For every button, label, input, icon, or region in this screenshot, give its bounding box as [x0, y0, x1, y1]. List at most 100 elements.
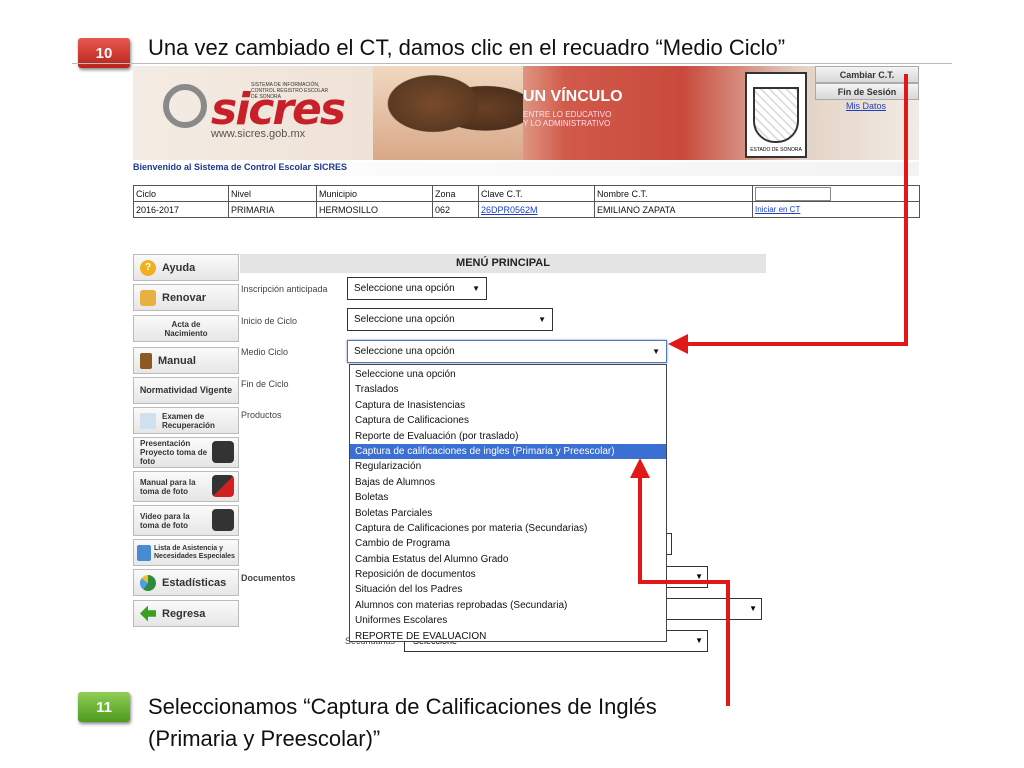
menu-principal-header: MENÚ PRINCIPAL	[240, 254, 766, 273]
sidebar-lista[interactable]: Lista de Asistencia y Necesidades Especi…	[133, 539, 239, 566]
header-municipio: Municipio	[316, 185, 433, 202]
iniciar-ct-link[interactable]: Iniciar en CT	[752, 201, 920, 218]
annotation-arrow-2-up	[638, 474, 642, 584]
sidebar-presentacion[interactable]: Presentación Proyecto toma de foto	[133, 437, 239, 468]
header-nivel: Nivel	[228, 185, 317, 202]
banner-subtitle: ENTRE LO EDUCATIVO Y LO ADMINISTRATIVO	[523, 110, 611, 128]
ct-info-table: Ciclo Nivel Municipio Zona Clave C.T. No…	[133, 185, 920, 218]
header-ciclo: Ciclo	[133, 185, 229, 202]
mis-datos-link[interactable]: Mis Datos	[846, 101, 886, 111]
label-fin-ciclo: Fin de Ciclo	[241, 379, 289, 389]
sidebar-manual[interactable]: Manual	[133, 347, 239, 374]
sidebar-label: Manual para la toma de foto	[140, 477, 196, 496]
sidebar-normatividad[interactable]: Normatividad Vigente	[133, 377, 239, 404]
dropdown-option[interactable]: Boletas	[350, 490, 666, 505]
pie-chart-icon	[140, 574, 156, 591]
table-header-row: Ciclo Nivel Municipio Zona Clave C.T. No…	[133, 185, 920, 202]
sidebar-renovar[interactable]: Renovar	[133, 284, 239, 311]
header-banner: sicres SISTEMA DE INFORMACIÓN, CONTROL R…	[133, 66, 919, 160]
header-clave: Clave C.T.	[478, 185, 595, 202]
dropdown-option[interactable]: REPORTE DE EVALUACION	[350, 629, 666, 644]
chevron-down-icon: ▼	[695, 636, 703, 645]
sidebar-examen[interactable]: Examen de Recuperación	[133, 407, 239, 434]
arrow-head-up-icon	[630, 458, 650, 478]
camera-icon	[212, 441, 234, 463]
table-row: 2016-2017 PRIMARIA HERMOSILLO 062 26DPR0…	[133, 201, 920, 218]
hidden-select-3[interactable]: ▼	[660, 598, 762, 620]
camera-pdf-icon	[212, 475, 234, 497]
dropdown-option[interactable]: Seleccione una opción	[350, 367, 666, 382]
dropdown-option[interactable]: Captura de Inasistencias	[350, 398, 666, 413]
dropdown-option[interactable]: Bajas de Alumnos	[350, 475, 666, 490]
dropdown-option[interactable]: Cambia Estatus del Alumno Grado	[350, 552, 666, 567]
logo-tagline: SISTEMA DE INFORMACIÓN, CONTROL REGISTRO…	[251, 82, 329, 100]
sidebar-label: Normatividad Vigente	[139, 385, 233, 395]
hand-icon	[140, 289, 156, 306]
sidebar-label: Examen de Recuperación	[162, 411, 215, 430]
step-11-badge: 11	[78, 692, 130, 722]
ct-input[interactable]	[755, 186, 831, 201]
dropdown-option[interactable]: Alumnos con materias reprobadas (Secunda…	[350, 598, 666, 613]
annotation-arrow-vertical	[904, 74, 908, 346]
dropdown-option[interactable]: Boletas Parciales	[350, 506, 666, 521]
dropdown-option[interactable]: Reporte de Evaluación (por traslado)	[350, 429, 666, 444]
medio-ciclo-select[interactable]: Seleccione una opción ▼	[347, 340, 667, 363]
dropdown-option[interactable]: Uniformes Escolares	[350, 613, 666, 628]
cell-nombre: EMILIANO ZAPATA	[594, 201, 753, 218]
select-value: Seleccione una opción	[354, 346, 455, 357]
sidebar-estadisticas[interactable]: Estadísticas	[133, 569, 239, 596]
sidebar-label: Video para la toma de foto	[140, 511, 190, 530]
sidebar-manual-foto[interactable]: Manual para la toma de foto	[133, 471, 239, 502]
select-value: Seleccione una opción	[354, 314, 455, 325]
clave-ct-link[interactable]: 26DPR0562M	[478, 201, 595, 218]
shield-icon	[753, 87, 799, 143]
chevron-down-icon: ▼	[538, 315, 546, 324]
ct-input-cell	[752, 185, 920, 202]
label-inicio-ciclo: Inicio de Ciclo	[241, 316, 298, 326]
chevron-down-icon: ▼	[749, 604, 757, 613]
label-productos: Productos	[241, 410, 282, 420]
sidebar-label: Manual	[158, 354, 196, 367]
inicio-ciclo-select[interactable]: Seleccione una opción ▼	[347, 308, 553, 331]
dropdown-option[interactable]: Traslados	[350, 382, 666, 397]
chevron-down-icon: ▼	[472, 284, 480, 293]
document-icon	[140, 412, 156, 429]
cell-zona: 062	[432, 201, 479, 218]
sidebar-label: Renovar	[162, 291, 207, 304]
step-10-text: Una vez cambiado el CT, damos clic en el…	[148, 35, 786, 60]
banner-sub-line1: ENTRE LO EDUCATIVO	[523, 110, 612, 119]
dropdown-option[interactable]: Regularización	[350, 459, 666, 474]
back-arrow-icon	[140, 605, 156, 622]
hidden-select-2[interactable]: ▼	[660, 566, 708, 588]
inscripcion-select[interactable]: Seleccione una opción ▼	[347, 277, 487, 300]
label-inscripcion: Inscripción anticipada	[241, 284, 328, 294]
sidebar-label: Lista de Asistencia y Necesidades Especi…	[154, 544, 235, 560]
sidebar-acta[interactable]: Acta de Nacimiento	[133, 315, 239, 342]
sicres-logo-icon	[163, 84, 207, 128]
dropdown-option[interactable]: Captura de Calificaciones por materia (S…	[350, 521, 666, 536]
sidebar-regresa[interactable]: Regresa	[133, 600, 239, 627]
medio-ciclo-options[interactable]: Seleccione una opción Traslados Captura de…	[349, 364, 667, 642]
cell-ciclo: 2016-2017	[133, 201, 229, 218]
sidebar-label: Regresa	[162, 607, 206, 620]
book-icon	[140, 352, 152, 369]
arrow-head-left-icon	[668, 334, 688, 354]
list-icon	[137, 544, 151, 561]
label-medio-ciclo: Medio Ciclo	[241, 347, 289, 357]
sidebar-ayuda[interactable]: ? Ayuda	[133, 254, 239, 281]
dropdown-option[interactable]: Reposición de documentos	[350, 567, 666, 582]
dropdown-option[interactable]: Captura de Calificaciones	[350, 413, 666, 428]
annotation-arrow-2-horizontal	[638, 580, 730, 584]
annotation-arrow-horizontal	[684, 342, 908, 346]
chevron-down-icon: ▼	[652, 347, 660, 356]
dropdown-option[interactable]: Cambio de Programa	[350, 536, 666, 551]
help-icon: ?	[140, 259, 156, 276]
sidebar-label: Ayuda	[162, 261, 196, 274]
sidebar-video-foto[interactable]: Video para la toma de foto	[133, 505, 239, 536]
camera-video-icon	[212, 509, 234, 531]
step-11-text-line1: Seleccionamos “Captura de Calificaciones…	[148, 694, 657, 719]
dropdown-option[interactable]: Captura de calificaciones de ingles (Pri…	[350, 443, 666, 460]
sonora-emblem: ESTADO DE SONORA	[745, 72, 807, 158]
dropdown-option[interactable]: Situación del los Padres	[350, 582, 666, 597]
cell-nivel: PRIMARIA	[228, 201, 317, 218]
